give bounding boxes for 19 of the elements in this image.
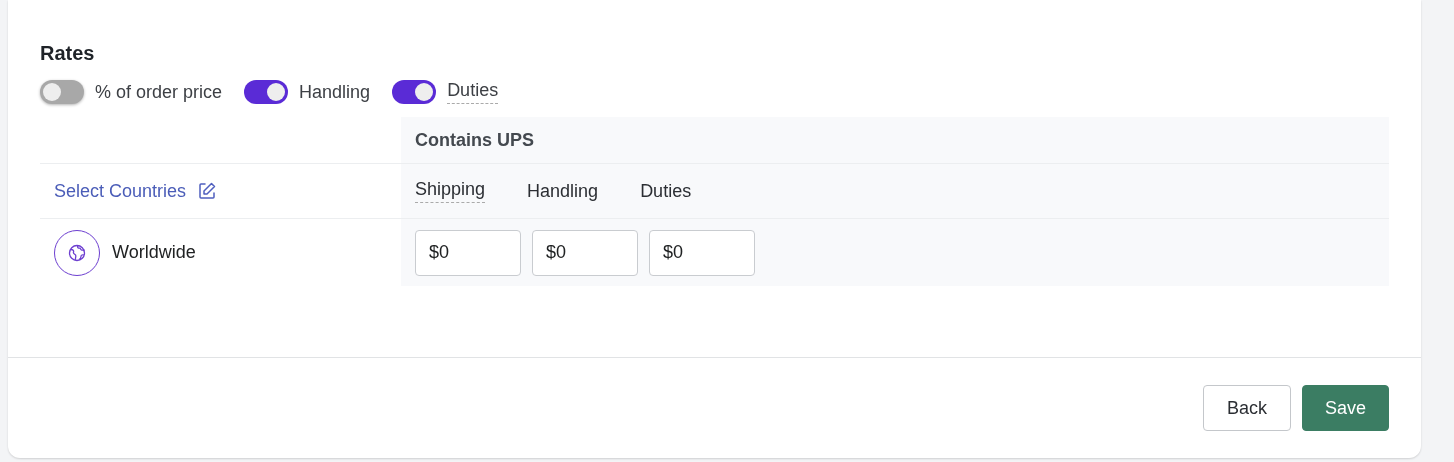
column-header: Shipping: [415, 179, 486, 203]
toggle-label: Handling: [299, 81, 371, 103]
toggle-label: % of order price: [95, 81, 223, 103]
toggle-switch[interactable]: [244, 80, 289, 104]
price-input[interactable]: $0: [532, 229, 638, 276]
toggle-switch[interactable]: [40, 80, 84, 104]
price-input[interactable]: $0: [415, 229, 521, 276]
price-input[interactable]: $0: [649, 229, 755, 276]
region-name: Worldwide: [112, 242, 196, 263]
section-title: Rates: [40, 41, 96, 66]
toggle-label: Duties: [447, 80, 499, 104]
save-button[interactable]: Save: [1302, 385, 1389, 431]
back-button[interactable]: Back: [1203, 385, 1291, 431]
carrier-heading: Contains UPS: [401, 117, 1389, 164]
select-countries-link[interactable]: Select Countries: [54, 180, 187, 202]
column-header: Duties: [640, 180, 692, 202]
column-header: Handling: [527, 180, 599, 202]
edit-icon[interactable]: [197, 181, 218, 201]
toggle-switch[interactable]: [392, 80, 437, 104]
